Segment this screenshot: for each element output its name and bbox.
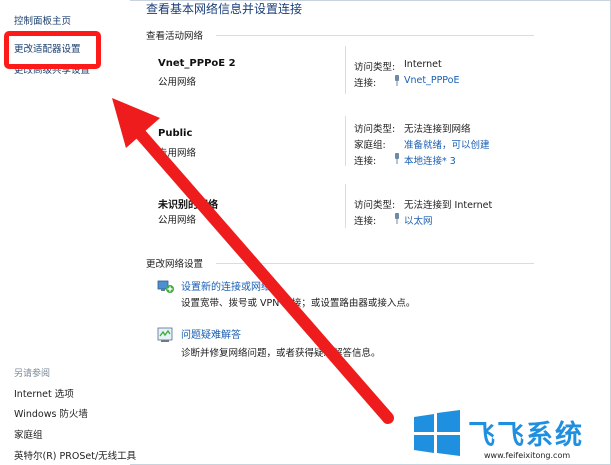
- site-watermark: 飞飞系统 www.feifeixitong.com: [412, 405, 611, 465]
- connection-link[interactable]: 本地连接* 3: [404, 153, 456, 167]
- network-1-divider: [345, 46, 346, 94]
- change-settings-divider: [216, 263, 534, 264]
- network-name: 未识别的网络: [158, 200, 218, 211]
- connection-label: 连接:: [354, 78, 377, 89]
- troubleshoot-desc: 诊断并修复网络问题，或者获得疑难解答信息。: [181, 348, 381, 359]
- dialup-connection-icon: [395, 75, 399, 86]
- active-networks-divider: [216, 35, 534, 36]
- left-nav-pane: 控制面板主页 更改适配器设置 更改高级共享设置 另请参阅 Internet 选项…: [0, 0, 136, 465]
- homegroup-link[interactable]: 家庭组: [14, 427, 43, 441]
- see-also-heading: 另请参阅: [14, 369, 51, 379]
- network-name: Vnet_PPPoE 2: [158, 58, 236, 69]
- access-type-label: 访问类型:: [354, 200, 396, 211]
- setup-new-connection-link[interactable]: 设置新的连接或网络: [181, 278, 271, 293]
- wireless-connection-icon: [395, 153, 399, 164]
- access-type-value: 无法连接到 Internet: [404, 200, 493, 211]
- change-network-settings-header: 更改网络设置: [146, 259, 204, 270]
- homegroup-status-link[interactable]: 准备就绪，可以创建: [404, 137, 490, 151]
- ethernet-connection-icon: [395, 213, 399, 224]
- control-panel-home-link[interactable]: 控制面板主页: [14, 13, 71, 27]
- access-type-value: Internet: [404, 59, 442, 70]
- network-name: Public: [158, 128, 193, 139]
- troubleshoot-icon[interactable]: [157, 327, 175, 343]
- new-connection-icon[interactable]: [157, 278, 175, 294]
- network-type[interactable]: 公用网络: [158, 212, 196, 226]
- windows-firewall-link[interactable]: Windows 防火墙: [14, 406, 88, 420]
- network-type[interactable]: 公用网络: [158, 74, 196, 88]
- troubleshoot-link[interactable]: 问题疑难解答: [181, 326, 241, 341]
- page-title: 查看基本网络信息并设置连接: [146, 2, 303, 16]
- network-2-divider: [345, 116, 346, 166]
- watermark-brand: 飞飞系统: [468, 420, 584, 451]
- highlight-box: [4, 31, 101, 69]
- intel-proset-link[interactable]: 英特尔(R) PROSet/无线工具: [14, 448, 136, 462]
- windows-logo-icon: [414, 410, 460, 456]
- internet-options-link[interactable]: Internet 选项: [14, 386, 74, 400]
- access-type-label: 访问类型:: [354, 124, 396, 135]
- watermark-url: www.feifeixitong.com: [484, 451, 571, 460]
- connection-label: 连接:: [354, 216, 377, 227]
- network-type[interactable]: 专用网络: [158, 145, 196, 159]
- connection-link[interactable]: Vnet_PPPoE: [404, 75, 460, 86]
- homegroup-label: 家庭组:: [354, 140, 386, 151]
- setup-new-connection-desc: 设置宽带、拨号或 VPN 连接；或设置路由器或接入点。: [181, 298, 416, 309]
- connection-link[interactable]: 以太网: [404, 213, 433, 227]
- access-type-label: 访问类型:: [354, 62, 396, 73]
- active-networks-header: 查看活动网络: [146, 31, 204, 42]
- network-3-divider: [345, 184, 346, 228]
- connection-label: 连接:: [354, 156, 377, 167]
- access-type-value: 无法连接到网络: [404, 124, 471, 135]
